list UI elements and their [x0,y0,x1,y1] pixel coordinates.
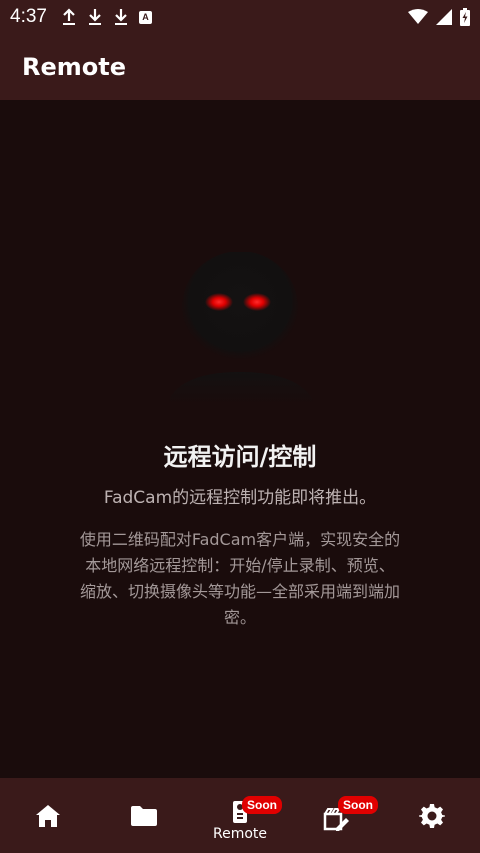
a-notification-icon: A [138,10,152,24]
gear-icon [419,803,445,828]
nav-item-editor[interactable]: Soon [288,778,384,853]
description-line: 缩放、切换摄像头等功能—全部采用端到端加 [79,582,400,601]
remote-placeholder-content: 远程访问/控制 FadCam的远程控制功能即将推出。 使用二维码配对FadCam… [0,100,480,778]
nav-item-files[interactable] [96,778,192,853]
download-icon [88,9,101,25]
download-icon [114,9,127,25]
nav-item-settings[interactable] [384,778,480,853]
soon-badge: Soon [338,796,378,814]
nav-label-remote: Remote [212,825,268,842]
description-line: 本地网络远程控制：开始/停止录制、预览、 [85,556,395,575]
status-bar: 4:37 A [0,0,480,34]
battery-charging-icon [460,8,470,26]
status-system-icons [408,8,470,26]
signal-icon [436,9,452,25]
bottom-navigation: Remote Soon Soon [0,778,480,853]
page-title: Remote [22,53,127,81]
home-icon [36,804,60,827]
app-bar: Remote [0,34,480,100]
feature-headline: 远程访问/控制 [163,443,317,471]
description-line: 密。 [223,608,256,627]
feature-description: 使用二维码配对FadCam客户端，实现安全的 本地网络远程控制：开始/停止录制、… [50,527,430,631]
feature-subline: FadCam的远程控制功能即将推出。 [103,488,377,508]
hooded-figure-illustration [166,252,316,407]
upload-icon [62,8,75,25]
status-notifications: A [61,8,152,26]
right-eye [243,293,271,311]
left-eye [205,293,233,311]
folder-icon [131,805,157,826]
description-line: 使用二维码配对FadCam客户端，实现安全的 [79,530,401,549]
status-time: 4:37 [10,6,47,27]
wifi-icon [408,9,428,24]
nav-item-remote[interactable]: Remote Soon [192,778,288,853]
nav-item-home[interactable] [0,778,96,853]
soon-badge: Soon [242,796,282,814]
